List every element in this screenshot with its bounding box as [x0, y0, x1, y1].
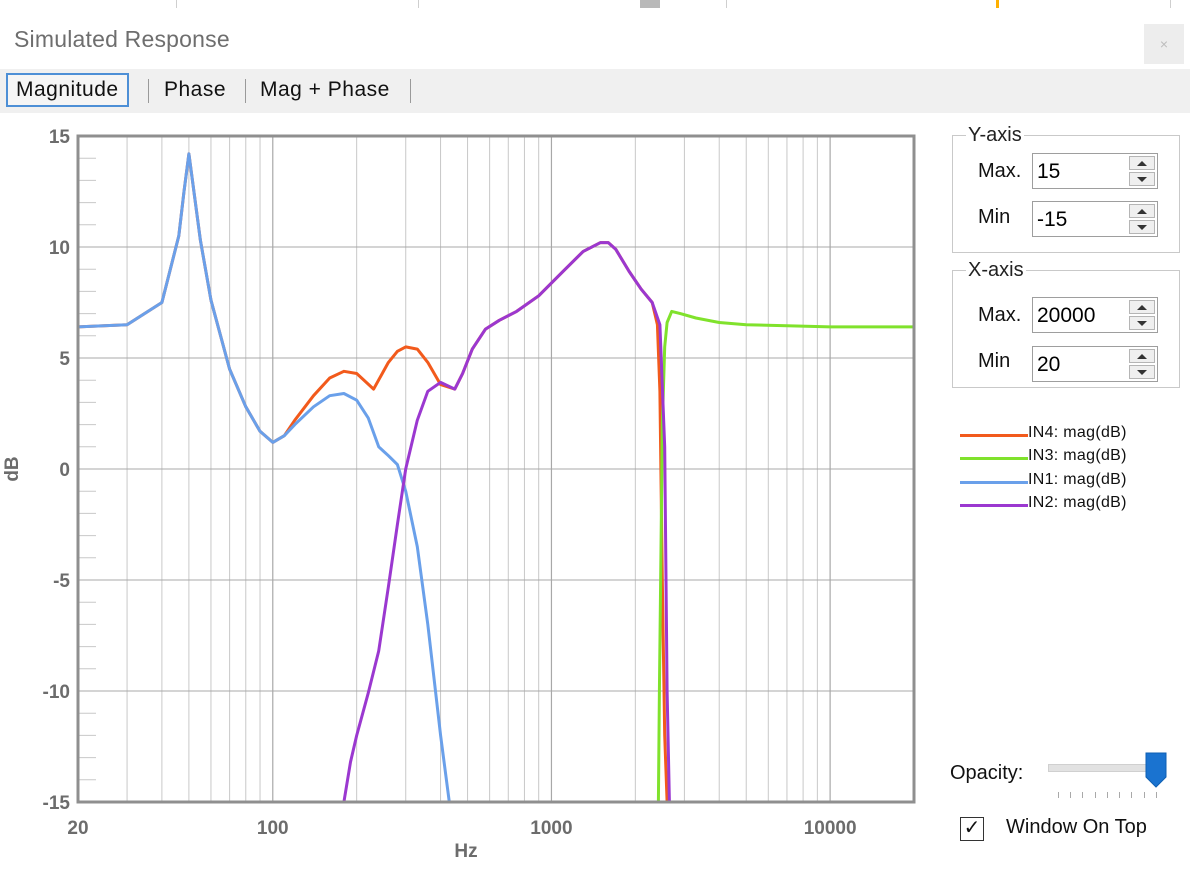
- y-axis-group-title: Y-axis: [966, 124, 1024, 147]
- opacity-label: Opacity:: [950, 762, 1024, 784]
- arrow-up-icon: [1137, 353, 1147, 359]
- y-max-up-button[interactable]: [1129, 156, 1155, 170]
- magnitude-chart: 15 10 5 0 -5 -10 -15 20 100 1000 10000 Hz dB: [2, 127, 916, 862]
- arrow-down-icon: [1137, 369, 1147, 375]
- x-min-up-button[interactable]: [1129, 349, 1155, 363]
- opacity-slider-thumb[interactable]: [1145, 752, 1167, 788]
- y-min-label: Min: [978, 206, 1011, 228]
- x-min-spinner: [1032, 346, 1158, 382]
- arrow-down-icon: [1137, 224, 1147, 230]
- x-tick-label: 100: [257, 818, 289, 839]
- y-max-down-button[interactable]: [1129, 172, 1155, 186]
- y-min-up-button[interactable]: [1129, 204, 1155, 218]
- x-min-input[interactable]: [1035, 349, 1127, 381]
- x-max-spinner: [1032, 297, 1158, 333]
- x-tick-label: 10000: [804, 818, 857, 839]
- y-tick-label: 0: [59, 460, 70, 481]
- x-max-down-button[interactable]: [1129, 316, 1155, 330]
- y-tick-label: 15: [49, 127, 71, 148]
- grid-layer: [77, 135, 915, 803]
- y-tick-label: 10: [49, 238, 70, 259]
- y-tick-label: 5: [59, 349, 70, 370]
- legend-label: IN2: mag(dB): [1028, 494, 1127, 511]
- legend-swatch: [960, 434, 1028, 437]
- window-on-top-checkbox[interactable]: ✓: [960, 817, 984, 841]
- strip-segment: [1170, 0, 1190, 8]
- y-tick-label: -15: [43, 793, 71, 814]
- x-min-label: Min: [978, 350, 1011, 372]
- legend-label: IN1: mag(dB): [1028, 471, 1127, 488]
- legend-label: IN3: mag(dB): [1028, 447, 1127, 464]
- y-max-input[interactable]: [1035, 156, 1127, 188]
- x-tick-label: 20: [67, 818, 88, 839]
- x-min-down-button[interactable]: [1129, 365, 1155, 379]
- y-tick-label: -10: [43, 682, 70, 703]
- y-max-label: Max.: [978, 160, 1022, 182]
- arrow-down-icon: [1137, 320, 1147, 326]
- legend-swatch: [960, 504, 1028, 507]
- y-min-input[interactable]: [1035, 204, 1127, 236]
- opacity-slider-ticks: [1058, 792, 1158, 800]
- x-max-label: Max.: [978, 304, 1022, 326]
- y-axis-title: dB: [2, 456, 23, 481]
- y-tick-label: -5: [53, 571, 70, 592]
- arrow-up-icon: [1137, 160, 1147, 166]
- y-min-spinner: [1032, 201, 1158, 237]
- x-axis-group-title: X-axis: [966, 259, 1026, 282]
- strip-marker: [996, 0, 999, 8]
- y-max-spinner: [1032, 153, 1158, 189]
- close-icon: ×: [1159, 36, 1169, 52]
- legend-label: IN4: mag(dB): [1028, 424, 1127, 441]
- window-on-top-label[interactable]: Window On Top: [1006, 816, 1147, 839]
- x-tick-label: 1000: [530, 818, 572, 839]
- x-axis-title: Hz: [454, 841, 477, 862]
- x-max-up-button[interactable]: [1129, 300, 1155, 314]
- close-button[interactable]: ×: [1144, 24, 1184, 64]
- x-max-input[interactable]: [1035, 300, 1127, 332]
- y-min-down-button[interactable]: [1129, 220, 1155, 234]
- arrow-up-icon: [1137, 208, 1147, 214]
- arrow-up-icon: [1137, 304, 1147, 310]
- check-icon: ✓: [963, 817, 981, 839]
- legend-swatch: [960, 457, 1028, 460]
- arrow-down-icon: [1137, 176, 1147, 182]
- legend-swatch: [960, 481, 1028, 484]
